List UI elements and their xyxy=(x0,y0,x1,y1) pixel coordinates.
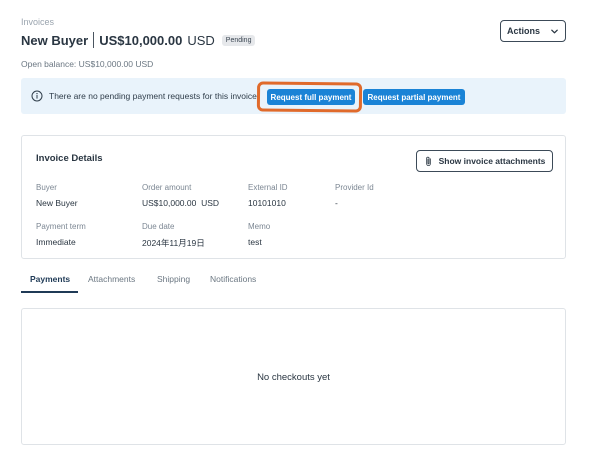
field-value: test xyxy=(248,237,262,247)
tab-shipping[interactable]: Shipping xyxy=(157,274,190,284)
paperclip-icon xyxy=(425,156,431,166)
field-provider-id: Provider Id - xyxy=(335,183,374,208)
field-label: Order amount xyxy=(142,183,192,192)
buyer-name: New Buyer xyxy=(21,32,89,48)
field-buyer: Buyer New Buyer xyxy=(36,183,78,208)
field-value: New Buyer xyxy=(36,198,78,208)
field-value: - xyxy=(335,198,338,208)
show-attachments-button[interactable]: Show invoice attachments xyxy=(416,150,553,172)
field-value: Immediate xyxy=(36,237,76,247)
field-label: Due date xyxy=(142,222,175,231)
field-payment-term: Payment term Immediate xyxy=(36,222,86,247)
chevron-down-icon xyxy=(551,29,558,33)
field-label: Payment term xyxy=(36,222,86,231)
field-value: 2024年11月19日 xyxy=(142,238,205,248)
tab-attachments[interactable]: Attachments xyxy=(88,274,135,284)
field-value: 10101010 xyxy=(248,198,286,208)
info-icon xyxy=(31,90,43,102)
invoice-tabs: Payments Attachments Shipping Notificati… xyxy=(21,266,566,294)
tab-notifications[interactable]: Notifications xyxy=(210,274,256,284)
open-balance: Open balance: US$10,000.00 USD xyxy=(21,59,154,69)
field-label: Memo xyxy=(248,222,271,231)
alert-message: There are no pending payment requests fo… xyxy=(49,91,257,101)
empty-state-message: No checkouts yet xyxy=(257,372,330,383)
field-memo: Memo test xyxy=(248,222,270,247)
tab-payments[interactable]: Payments xyxy=(30,274,70,284)
page-title: New Buyer US$10,000.00 USD Pending xyxy=(21,31,256,49)
invoice-details-title: Invoice Details xyxy=(36,153,103,164)
field-value: US$10,000.00 USD xyxy=(142,198,220,208)
field-label: Provider Id xyxy=(335,183,374,192)
actions-label: Actions xyxy=(506,26,540,36)
breadcrumb[interactable]: Invoices xyxy=(21,17,54,27)
field-external-id: External ID 10101010 xyxy=(248,183,288,208)
field-label: Buyer xyxy=(36,183,57,192)
request-full-payment-button[interactable]: Request full payment xyxy=(267,89,355,105)
payment-request-alert: There are no pending payment requests fo… xyxy=(21,78,566,114)
invoice-amount: US$10,000.00 xyxy=(99,32,183,48)
invoice-currency: USD xyxy=(187,32,215,48)
field-order-amount: Order amount US$10,000.00 USD xyxy=(142,183,219,208)
show-attachments-label: Show invoice attachments xyxy=(438,156,546,166)
invoice-details-card: Invoice Details Show invoice attachments… xyxy=(21,135,566,259)
active-tab-indicator xyxy=(21,291,78,293)
field-due-date: Due date 2024年11月19日 xyxy=(142,222,205,249)
field-label: External ID xyxy=(248,183,288,192)
actions-button[interactable]: Actions xyxy=(500,20,566,42)
payments-panel: No checkouts yet xyxy=(21,308,566,445)
request-partial-payment-button[interactable]: Request partial payment xyxy=(363,89,465,105)
title-divider xyxy=(93,32,95,48)
status-badge: Pending xyxy=(221,34,256,46)
